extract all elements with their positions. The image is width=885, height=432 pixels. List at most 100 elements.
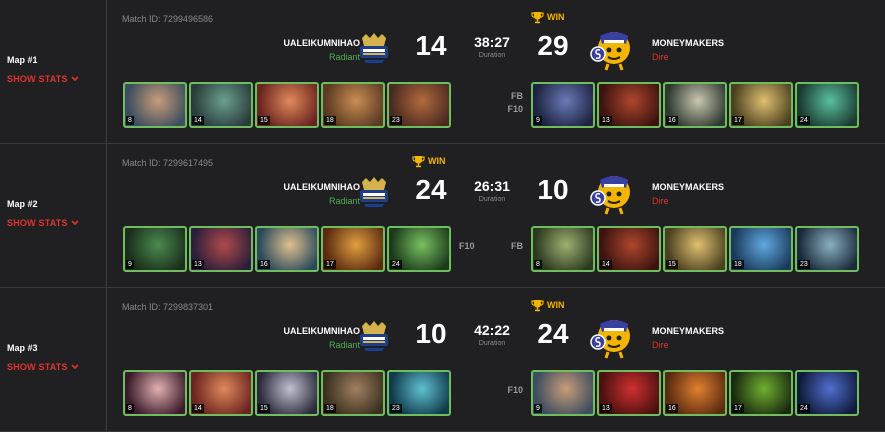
hero-level: 24 [798, 116, 810, 125]
objective-tag: F10 [459, 241, 475, 251]
right-team-side: Dire [652, 52, 669, 62]
right-hero-portrait[interactable]: 8 [531, 226, 595, 272]
left-team-name[interactable]: UALEIKUMNIHAO [284, 182, 361, 192]
match-id: Match ID: 7299837301 [122, 302, 214, 312]
duration-label: Duration [478, 52, 506, 59]
map-label: Map #2 [7, 199, 38, 209]
map-sidebar: Map #2 SHOW STATS [0, 144, 107, 287]
match-duration: 26:31 Duration [468, 178, 516, 203]
match-duration: 42:22 Duration [468, 322, 516, 347]
chevron-down-icon [71, 220, 79, 226]
right-hero-portrait[interactable]: 14 [597, 226, 661, 272]
hero-level: 16 [258, 260, 270, 269]
hero-level: 13 [192, 260, 204, 269]
right-hero-portrait[interactable]: 17 [729, 370, 793, 416]
trophy-icon [412, 156, 425, 168]
objective-tag: FB [511, 241, 523, 251]
left-hero-portrait[interactable]: 13 [189, 226, 253, 272]
hero-level: 18 [324, 404, 336, 413]
hero-level: 17 [324, 260, 336, 269]
show-stats-button[interactable]: SHOW STATS [7, 218, 79, 228]
left-hero-portrait[interactable]: 9 [123, 226, 187, 272]
win-indicator: WIN [412, 155, 446, 168]
right-hero-portrait[interactable]: 24 [795, 82, 859, 128]
win-label: WIN [428, 155, 446, 166]
hero-level: 8 [534, 260, 542, 269]
show-stats-label: SHOW STATS [7, 218, 68, 228]
right-team-name[interactable]: MONEYMAKERS [652, 326, 724, 336]
win-indicator: WIN [531, 11, 565, 24]
right-hero-portrait[interactable]: 23 [795, 226, 859, 272]
right-team-tags: FB [511, 240, 523, 253]
show-stats-button[interactable]: SHOW STATS [7, 74, 79, 84]
hero-level: 17 [732, 116, 744, 125]
left-hero-portrait[interactable]: 15 [255, 82, 319, 128]
hero-level: 15 [666, 260, 678, 269]
right-team-name[interactable]: MONEYMAKERS [652, 182, 724, 192]
ualeikumnihao-logo-icon [360, 177, 388, 207]
map-row: Map #3 SHOW STATS Match ID: 7299837301 W… [0, 288, 885, 432]
right-team-name[interactable]: MONEYMAKERS [652, 38, 724, 48]
left-hero-portrait[interactable]: 8 [123, 82, 187, 128]
right-hero-portrait[interactable]: 16 [663, 370, 727, 416]
left-team-score: 10 [415, 318, 447, 349]
left-hero-portrait[interactable]: 15 [255, 370, 319, 416]
ualeikumnihao-logo-icon [360, 33, 388, 63]
right-hero-portrait[interactable]: 24 [795, 370, 859, 416]
left-hero-portrait[interactable]: 14 [189, 82, 253, 128]
win-label: WIN [547, 299, 565, 310]
moneymakers-logo-icon [590, 176, 630, 215]
chevron-down-icon [71, 76, 79, 82]
right-hero-portrait[interactable]: 13 [597, 370, 661, 416]
win-indicator: WIN [531, 299, 565, 312]
right-team-side: Dire [652, 340, 669, 350]
hero-level: 24 [798, 404, 810, 413]
duration-time: 26:31 [474, 178, 510, 194]
hero-level: 8 [126, 404, 134, 413]
right-hero-portrait[interactable]: 13 [597, 82, 661, 128]
objective-tag: F10 [507, 104, 523, 114]
duration-label: Duration [478, 340, 506, 347]
left-hero-portrait[interactable]: 24 [387, 226, 451, 272]
right-hero-portrait[interactable]: 9 [531, 82, 595, 128]
hero-level: 16 [666, 116, 678, 125]
left-hero-portrait[interactable]: 14 [189, 370, 253, 416]
hero-level: 14 [192, 116, 204, 125]
map-label: Map #3 [7, 343, 38, 353]
right-team-score: 29 [537, 30, 569, 61]
right-hero-portrait[interactable]: 17 [729, 82, 793, 128]
trophy-icon [531, 300, 544, 312]
left-team-name[interactable]: UALEIKUMNIHAO [284, 326, 361, 336]
left-hero-portrait[interactable]: 23 [387, 370, 451, 416]
hero-level: 9 [126, 260, 134, 269]
duration-label: Duration [478, 196, 506, 203]
right-team-tags: FB F10 [507, 90, 523, 116]
right-hero-portrait[interactable]: 18 [729, 226, 793, 272]
left-hero-portrait[interactable]: 8 [123, 370, 187, 416]
left-hero-portrait[interactable]: 16 [255, 226, 319, 272]
left-hero-portrait[interactable]: 18 [321, 82, 385, 128]
right-hero-portrait[interactable]: 15 [663, 226, 727, 272]
map-row: Map #1 SHOW STATS Match ID: 7299496586 W… [0, 0, 885, 144]
hero-level: 23 [390, 116, 402, 125]
hero-level: 9 [534, 404, 542, 413]
hero-level: 17 [732, 404, 744, 413]
hero-level: 23 [798, 260, 810, 269]
hero-level: 8 [126, 116, 134, 125]
hero-level: 9 [534, 116, 542, 125]
right-hero-portrait[interactable]: 9 [531, 370, 595, 416]
objective-tag: FB [511, 91, 523, 101]
left-hero-portrait[interactable]: 17 [321, 226, 385, 272]
hero-level: 13 [600, 404, 612, 413]
hero-level: 14 [600, 260, 612, 269]
map-sidebar: Map #1 SHOW STATS [0, 0, 107, 143]
duration-time: 42:22 [474, 322, 510, 338]
map-label: Map #1 [7, 55, 38, 65]
right-team-score: 24 [537, 318, 569, 349]
show-stats-button[interactable]: SHOW STATS [7, 362, 79, 372]
left-hero-portrait[interactable]: 23 [387, 82, 451, 128]
right-hero-portrait[interactable]: 16 [663, 82, 727, 128]
left-team-name[interactable]: UALEIKUMNIHAO [284, 38, 361, 48]
left-hero-portrait[interactable]: 18 [321, 370, 385, 416]
map-sidebar: Map #3 SHOW STATS [0, 288, 107, 431]
